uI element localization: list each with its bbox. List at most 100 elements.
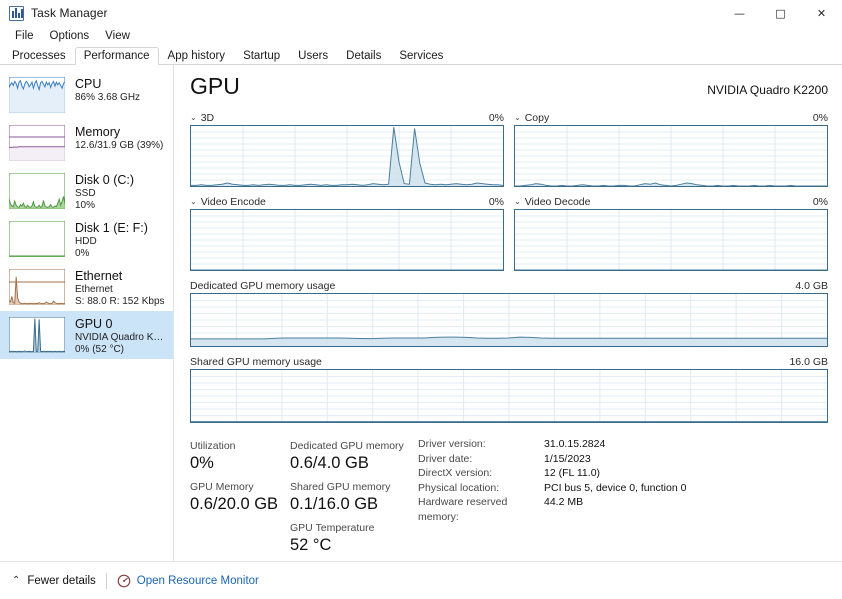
hardware-reserved-key: Hardware reserved memory: <box>418 496 508 523</box>
chevron-up-icon: ⌃ <box>12 575 21 586</box>
tab-details[interactable]: Details <box>337 47 390 65</box>
graph-video-encode-header[interactable]: ⌄ Video Encode 0% <box>190 194 504 209</box>
engine-row-1: ⌄ 3D 0% ⌄ Copy 0% <box>190 110 828 187</box>
dedicated-memory-label: Dedicated GPU memory <box>290 440 404 452</box>
sidebar-item-ethernet[interactable]: Ethernet Ethernet S: 88.0 R: 152 Kbps <box>0 263 173 311</box>
info-row-driver-version: Driver version: 31.0.15.2824 <box>418 437 686 452</box>
gpu-info-table: Driver version: 31.0.15.2824 Driver date… <box>418 433 686 556</box>
graph-copy-header[interactable]: ⌄ Copy 0% <box>514 110 828 125</box>
tab-performance[interactable]: Performance <box>74 47 159 65</box>
info-row-physical-location: Physical location: PCI bus 5, device 0, … <box>418 481 686 496</box>
engine-row-2: ⌄ Video Encode 0% ⌄ Video Decode 0% <box>190 194 828 271</box>
footer-divider <box>105 572 107 589</box>
task-manager-icon <box>9 5 24 21</box>
tab-strip: Processes Performance App history Startu… <box>0 45 842 65</box>
sidebar-item-memory-text: Memory 12.6/31.9 GB (39%) <box>75 125 163 152</box>
gpu-memory-label: GPU Memory <box>190 481 254 493</box>
graph-3d-plot <box>190 125 504 187</box>
menu-options[interactable]: Options <box>43 28 97 44</box>
graph-dedicated-memory-header: Dedicated GPU memory usage 4.0 GB <box>190 278 828 293</box>
gpu-header: GPU NVIDIA Quadro K2200 <box>190 73 828 107</box>
directx-version-value: 12 (FL 11.0) <box>544 467 601 479</box>
gpu-stats: Utilization 0% GPU Memory 0.6/20.0 GB De… <box>190 433 828 556</box>
close-button[interactable]: ✕ <box>801 0 842 26</box>
tab-users[interactable]: Users <box>289 47 337 65</box>
fewer-details-button[interactable]: ⌃ Fewer details <box>12 575 96 587</box>
sidebar-item-disk1-sub2: 0% <box>75 248 90 259</box>
open-resource-monitor-link[interactable]: Open Resource Monitor <box>117 574 259 588</box>
graph-copy: ⌄ Copy 0% <box>514 110 828 187</box>
graph-3d: ⌄ 3D 0% <box>190 110 504 187</box>
sidebar-item-gpu0-sub1: NVIDIA Quadro K2... <box>75 332 165 343</box>
driver-version-value: 31.0.15.2824 <box>544 438 606 450</box>
sidebar-item-memory[interactable]: Memory 12.6/31.9 GB (39%) <box>0 119 173 167</box>
sidebar-item-disk1-text: Disk 1 (E: F:) HDD 0% <box>75 221 148 260</box>
graph-video-decode-label: Video Decode <box>524 195 591 208</box>
sidebar-item-gpu0-sub2: 0% (52 °C) <box>75 344 125 355</box>
sidebar-item-disk0-text: Disk 0 (C:) SSD 10% <box>75 173 134 212</box>
shared-memory-value: 0.1/16.0 GB <box>290 495 379 513</box>
sidebar-item-ethernet-text: Ethernet Ethernet S: 88.0 R: 152 Kbps <box>75 269 165 308</box>
tab-processes[interactable]: Processes <box>3 47 75 65</box>
tab-app-history[interactable]: App history <box>159 47 235 65</box>
maximize-button[interactable]: □ <box>760 0 801 26</box>
tab-services[interactable]: Services <box>390 47 452 65</box>
task-manager-window: Task Manager — □ ✕ File Options View Pro… <box>0 0 842 599</box>
gpu-temperature-label: GPU Temperature <box>290 522 375 534</box>
directx-version-key: DirectX version: <box>418 467 493 479</box>
graph-shared-memory: Shared GPU memory usage 16.0 GB <box>190 354 828 423</box>
sidebar-item-ethernet-sub1: Ethernet <box>75 284 113 295</box>
graph-video-encode-value: 0% <box>488 195 504 208</box>
minimize-button[interactable]: — <box>719 0 760 26</box>
menu-view[interactable]: View <box>98 28 137 44</box>
graph-3d-value: 0% <box>488 111 504 124</box>
sidebar-item-disk1[interactable]: Disk 1 (E: F:) HDD 0% <box>0 215 173 263</box>
physical-location-value: PCI bus 5, device 0, function 0 <box>544 481 687 494</box>
physical-location-key: Physical location: <box>418 481 500 494</box>
graph-shared-memory-header: Shared GPU memory usage 16.0 GB <box>190 354 828 369</box>
title-bar-left: Task Manager <box>0 5 108 21</box>
stat-column-memory: Dedicated GPU memory 0.6/4.0 GB Shared G… <box>290 433 412 556</box>
graph-3d-header[interactable]: ⌄ 3D 0% <box>190 110 504 125</box>
gpu-detail-pane: GPU NVIDIA Quadro K2200 ⌄ 3D 0% ⌄ Copy 0… <box>174 65 842 561</box>
gpu-memory-value: 0.6/20.0 GB <box>190 495 279 513</box>
sidebar-item-cpu-text: CPU 86% 3.68 GHz <box>75 77 140 104</box>
stat-column-utilization: Utilization 0% GPU Memory 0.6/20.0 GB <box>190 433 290 556</box>
utilization-label: Utilization <box>190 440 236 452</box>
driver-date-value: 1/15/2023 <box>544 452 591 465</box>
graph-shared-memory-plot <box>190 369 828 423</box>
tab-startup[interactable]: Startup <box>234 47 289 65</box>
sidebar-item-gpu0-text: GPU 0 NVIDIA Quadro K2... 0% (52 °C) <box>75 317 165 356</box>
sidebar-item-disk0-sub2: 10% <box>75 200 96 211</box>
graph-dedicated-memory-plot <box>190 293 828 347</box>
gpu-model-label: NVIDIA Quadro K2200 <box>707 83 828 97</box>
sidebar-item-gpu0[interactable]: GPU 0 NVIDIA Quadro K2... 0% (52 °C) <box>0 311 173 359</box>
graph-dedicated-memory-label: Dedicated GPU memory usage <box>190 279 336 292</box>
fewer-details-label: Fewer details <box>27 574 96 587</box>
memory-sparkline <box>9 125 65 161</box>
ethernet-sparkline <box>9 269 65 305</box>
sidebar-item-cpu-sub1: 86% 3.68 GHz <box>75 92 141 103</box>
page-title: GPU <box>190 73 240 99</box>
graph-3d-label: 3D <box>200 111 215 124</box>
graph-video-encode: ⌄ Video Encode 0% <box>190 194 504 271</box>
sidebar-item-gpu0-name: GPU 0 <box>75 317 113 331</box>
sidebar-item-disk1-sub1: HDD <box>75 236 97 247</box>
content-body: CPU 86% 3.68 GHz Memory 12.6/31.9 GB (39… <box>0 65 842 561</box>
performance-sidebar: CPU 86% 3.68 GHz Memory 12.6/31.9 GB (39… <box>0 65 174 561</box>
sidebar-item-disk1-name: Disk 1 (E: F:) <box>75 221 148 235</box>
gauge-icon <box>117 574 131 587</box>
sidebar-item-cpu[interactable]: CPU 86% 3.68 GHz <box>0 71 173 119</box>
disk0-sparkline <box>9 173 65 209</box>
chevron-down-icon: ⌄ <box>190 112 197 122</box>
chevron-down-icon: ⌄ <box>190 196 197 206</box>
sidebar-item-ethernet-name: Ethernet <box>75 269 123 283</box>
sidebar-item-disk0[interactable]: Disk 0 (C:) SSD 10% <box>0 167 173 215</box>
utilization-value: 0% <box>190 454 214 472</box>
menu-file[interactable]: File <box>8 28 41 44</box>
hardware-reserved-value: 44.2 MB <box>544 496 584 508</box>
graph-video-decode-header[interactable]: ⌄ Video Decode 0% <box>514 194 828 209</box>
disk1-sparkline <box>9 221 65 257</box>
graph-dedicated-memory-max: 4.0 GB <box>795 279 828 292</box>
window-controls: — □ ✕ <box>719 0 842 26</box>
